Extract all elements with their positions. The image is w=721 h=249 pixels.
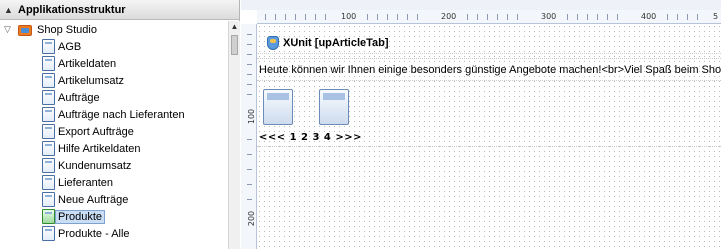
pager-element[interactable]: <<< 1 2 3 4 >>> [259, 132, 362, 143]
tree-item-label: Export Aufträge [58, 125, 134, 138]
vertical-ruler: 100 200 [241, 24, 257, 249]
tree-item-neue-auftraege[interactable]: Neue Aufträge [0, 191, 228, 208]
design-canvas[interactable]: XUnit [upArticleTab] Heute können wir Ih… [257, 24, 721, 249]
component-title: XUnit [upArticleTab] [283, 36, 389, 49]
scrollbar-thumb[interactable] [231, 35, 238, 55]
tree-item-label: Produkte [55, 209, 106, 224]
tree-root[interactable]: ▽ Shop Studio [0, 21, 228, 38]
tree-item-export-auftraege[interactable]: Export Aufträge [0, 123, 228, 140]
tree-item-label: Kundenumsatz [58, 159, 132, 172]
page-icon [42, 107, 55, 122]
tree-item-hilfe-artikeldaten[interactable]: Hilfe Artikeldaten [0, 140, 228, 157]
page-icon [42, 39, 55, 54]
tree-item-agb[interactable]: AGB [0, 38, 228, 55]
tree-item-artikeldaten[interactable]: Artikeldaten [0, 55, 228, 72]
band-divider [257, 146, 721, 147]
tree-item-label: Artikelumsatz [58, 74, 125, 87]
tree-item-produkte-alle[interactable]: Produkte - Alle [0, 225, 228, 242]
ruler-label: 400 [641, 12, 657, 21]
tree-item-artikelumsatz[interactable]: Artikelumsatz [0, 72, 228, 89]
band-divider [257, 80, 721, 81]
text-element[interactable]: Heute können wir Ihnen einige besonders … [259, 64, 721, 76]
tree-item-label: Aufträge nach Lieferanten [58, 108, 185, 121]
page-icon [42, 56, 55, 71]
tree-item-kundenumsatz[interactable]: Kundenumsatz [0, 157, 228, 174]
page-icon [42, 226, 55, 241]
tree-item-label: Aufträge [58, 91, 100, 104]
ruler-label: 5 [713, 12, 719, 21]
panel-header[interactable]: ▲ Applikationsstruktur [0, 0, 239, 20]
report-designer: 100 200 300 400 5 100 200 XUnit [upArtic… [241, 0, 721, 249]
ruler-label: 100 [247, 108, 257, 125]
tree-scrollbar[interactable]: ▲ [228, 21, 240, 249]
page-icon [42, 73, 55, 88]
tree-item-label: AGB [58, 40, 82, 53]
page-icon [42, 124, 55, 139]
tree-item-label: Produkte - Alle [58, 227, 130, 240]
tree-item-produkte[interactable]: Produkte [0, 208, 228, 225]
ruler-label: 100 [341, 12, 357, 21]
designer-top-strip [241, 0, 721, 10]
tree-root-label: Shop Studio [37, 23, 97, 36]
page-icon [42, 209, 55, 224]
expand-toggle-icon[interactable]: ▽ [4, 24, 18, 35]
component-title-band[interactable]: XUnit [upArticleTab] [257, 32, 721, 54]
ruler-label: 200 [247, 210, 257, 227]
horizontal-ruler: 100 200 300 400 5 [257, 10, 721, 24]
page-icon [42, 141, 55, 156]
band-divider [257, 58, 721, 59]
scroll-up-arrow-icon[interactable]: ▲ [229, 21, 240, 33]
tree-item-label: Artikeldaten [58, 57, 117, 70]
collapse-chevron-icon[interactable]: ▲ [4, 5, 18, 15]
tree-item-label: Hilfe Artikeldaten [58, 142, 141, 155]
tree-item-label: Neue Aufträge [58, 193, 129, 206]
ruler-label: 200 [441, 12, 457, 21]
page-icon [42, 175, 55, 190]
tree-item-auftraege[interactable]: Aufträge [0, 89, 228, 106]
image-placeholder-icon[interactable] [319, 89, 349, 125]
xunit-component-icon [267, 35, 279, 50]
page-icon [42, 90, 55, 105]
tree-item-label: Lieferanten [58, 176, 114, 189]
page-icon [42, 158, 55, 173]
image-placeholder-icon[interactable] [263, 89, 293, 125]
shop-studio-icon [18, 23, 33, 37]
panel-title: Applikationsstruktur [18, 3, 126, 16]
page-icon [42, 192, 55, 207]
application-structure-panel: ▲ Applikationsstruktur ▽ Shop Studio AGB… [0, 0, 240, 249]
tree-item-auftraege-nach-lieferanten[interactable]: Aufträge nach Lieferanten [0, 106, 228, 123]
tree-item-lieferanten[interactable]: Lieferanten [0, 174, 228, 191]
structure-tree: ▽ Shop Studio AGB Artikeldaten Artikelum… [0, 21, 228, 249]
ruler-label: 300 [541, 12, 557, 21]
